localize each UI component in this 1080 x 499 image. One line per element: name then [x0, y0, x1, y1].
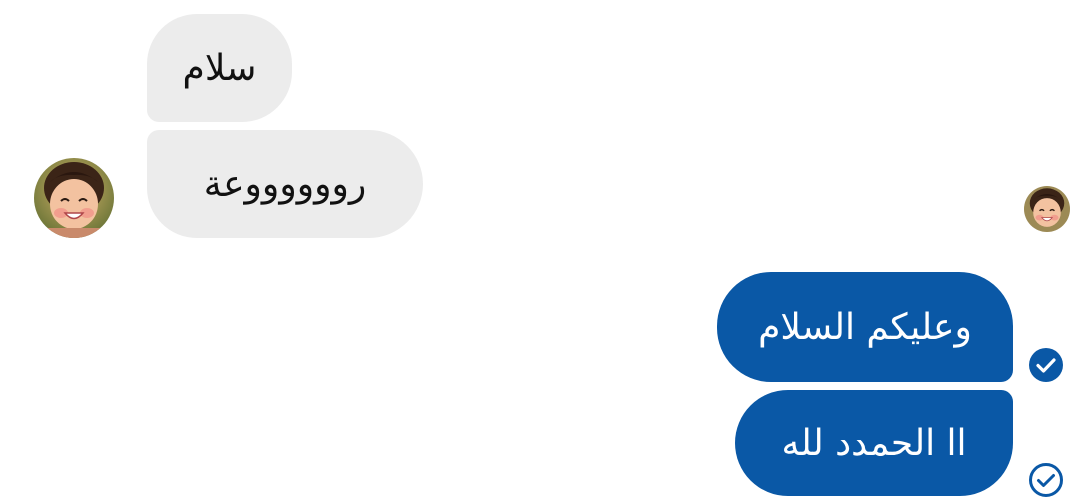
check-circle-icon — [1028, 462, 1064, 498]
message-text: وعليكم السلام — [758, 306, 972, 348]
message-text: سلام — [182, 47, 257, 89]
message-bubble-outgoing[interactable]: اا الحمدد لله — [735, 390, 1013, 496]
message-bubble-incoming[interactable]: رووووووعة — [147, 130, 423, 238]
chat-thread: سلام رووووووعة وعليكم السلام اا الحمدد ل… — [0, 0, 1080, 499]
check-circle-icon — [1028, 347, 1064, 383]
message-text: رووووووعة — [203, 163, 367, 205]
contact-avatar[interactable] — [34, 158, 114, 238]
message-bubble-outgoing[interactable]: وعليكم السلام — [717, 272, 1013, 382]
seen-avatar — [1024, 186, 1070, 232]
message-bubble-incoming[interactable]: سلام — [147, 14, 292, 122]
message-text: اا الحمدد لله — [781, 422, 967, 464]
